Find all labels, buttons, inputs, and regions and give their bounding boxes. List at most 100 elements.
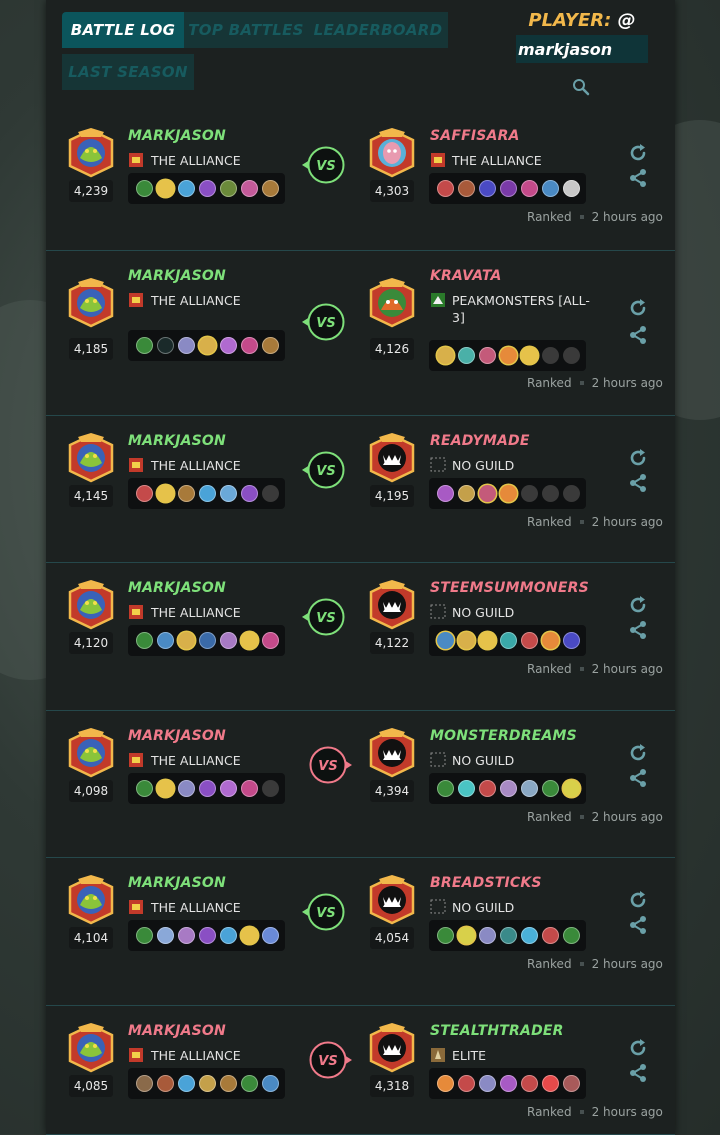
monster-card-icon[interactable]	[136, 485, 153, 502]
player-avatar[interactable]	[68, 433, 114, 483]
guild-name[interactable]: THE ALLIANCE	[151, 899, 241, 916]
monster-card-icon[interactable]	[178, 927, 195, 944]
opponent-name[interactable]: READYMADE	[430, 433, 530, 449]
replay-icon[interactable]	[628, 1038, 648, 1058]
monster-card-icon[interactable]	[500, 1075, 517, 1092]
monster-card-icon[interactable]	[220, 337, 237, 354]
monster-card-icon[interactable]	[437, 485, 454, 502]
player-name[interactable]: MARKJASON	[128, 433, 226, 449]
monster-card-icon[interactable]	[199, 780, 216, 797]
monster-card-icon[interactable]	[521, 780, 538, 797]
replay-icon[interactable]	[628, 143, 648, 163]
monster-card-icon[interactable]	[220, 485, 237, 502]
guild-name[interactable]: PEAKMONSTERS [ALL-3]	[452, 292, 597, 326]
monster-card-icon[interactable]	[136, 780, 153, 797]
share-icon[interactable]	[628, 325, 648, 345]
monster-card-icon[interactable]	[521, 1075, 538, 1092]
monster-card-icon[interactable]	[521, 632, 538, 649]
opponent-avatar[interactable]	[369, 728, 415, 778]
monster-card-icon[interactable]	[262, 180, 279, 197]
opponent-name[interactable]: KRAVATA	[430, 268, 502, 284]
monster-card-icon[interactable]	[241, 780, 258, 797]
guild-name[interactable]: THE ALLIANCE	[452, 152, 597, 169]
player-avatar[interactable]	[68, 875, 114, 925]
monster-card-icon[interactable]	[241, 1075, 258, 1092]
monster-card-icon[interactable]	[437, 780, 454, 797]
monster-card-icon[interactable]	[458, 632, 475, 649]
monster-card-icon[interactable]	[220, 780, 237, 797]
monster-card-icon[interactable]	[437, 632, 454, 649]
monster-card-icon[interactable]	[437, 347, 454, 364]
replay-icon[interactable]	[628, 448, 648, 468]
player-avatar[interactable]	[68, 278, 114, 328]
opponent-avatar[interactable]	[369, 128, 415, 178]
opponent-name[interactable]: STEEMSUMMONERS	[430, 580, 589, 596]
player-input[interactable]	[516, 35, 648, 63]
monster-card-icon[interactable]	[157, 927, 174, 944]
guild-name[interactable]: THE ALLIANCE	[151, 604, 241, 621]
monster-card-icon[interactable]	[136, 180, 153, 197]
monster-card-icon[interactable]	[199, 927, 216, 944]
player-name[interactable]: MARKJASON	[128, 580, 226, 596]
player-avatar[interactable]	[68, 128, 114, 178]
monster-card-icon[interactable]	[220, 927, 237, 944]
search-icon[interactable]	[572, 78, 590, 96]
tab-top-battles[interactable]: TOP BATTLES	[184, 12, 308, 48]
monster-card-icon[interactable]	[178, 337, 195, 354]
monster-card-icon[interactable]	[136, 1075, 153, 1092]
monster-card-icon[interactable]	[479, 780, 496, 797]
monster-card-icon[interactable]	[220, 632, 237, 649]
monster-card-icon[interactable]	[262, 927, 279, 944]
monster-card-icon[interactable]	[500, 780, 517, 797]
monster-card-icon[interactable]	[199, 180, 216, 197]
tab-battle-log[interactable]: BATTLE LOG	[62, 12, 184, 48]
tab-last-season[interactable]: LAST SEASON	[62, 54, 194, 90]
monster-card-icon[interactable]	[157, 180, 174, 197]
monster-card-icon[interactable]	[563, 927, 580, 944]
monster-card-icon[interactable]	[458, 927, 475, 944]
share-icon[interactable]	[628, 768, 648, 788]
player-name[interactable]: MARKJASON	[128, 1023, 226, 1039]
guild-name[interactable]: THE ALLIANCE	[151, 1047, 241, 1064]
monster-card-icon[interactable]	[479, 347, 496, 364]
monster-card-icon[interactable]	[479, 927, 496, 944]
opponent-name[interactable]: STEALTHTRADER	[430, 1023, 564, 1039]
opponent-avatar[interactable]	[369, 580, 415, 630]
monster-card-icon[interactable]	[437, 927, 454, 944]
monster-card-icon[interactable]	[241, 632, 258, 649]
player-name[interactable]: MARKJASON	[128, 875, 226, 891]
monster-card-icon[interactable]	[178, 780, 195, 797]
monster-card-icon[interactable]	[563, 780, 580, 797]
opponent-avatar[interactable]	[369, 278, 415, 328]
guild-name[interactable]: NO GUILD	[452, 899, 597, 916]
share-icon[interactable]	[628, 915, 648, 935]
player-name[interactable]: MARKJASON	[128, 268, 226, 284]
monster-card-icon[interactable]	[542, 927, 559, 944]
monster-card-icon[interactable]	[157, 632, 174, 649]
monster-card-icon[interactable]	[178, 632, 195, 649]
monster-card-icon[interactable]	[199, 632, 216, 649]
monster-card-icon[interactable]	[241, 337, 258, 354]
monster-card-icon[interactable]	[458, 180, 475, 197]
monster-card-icon[interactable]	[220, 1075, 237, 1092]
opponent-avatar[interactable]	[369, 1023, 415, 1073]
monster-card-icon[interactable]	[157, 780, 174, 797]
replay-icon[interactable]	[628, 743, 648, 763]
monster-card-icon[interactable]	[500, 632, 517, 649]
replay-icon[interactable]	[628, 890, 648, 910]
guild-name[interactable]: NO GUILD	[452, 604, 597, 621]
monster-card-icon[interactable]	[241, 485, 258, 502]
monster-card-icon[interactable]	[479, 632, 496, 649]
monster-card-icon[interactable]	[458, 347, 475, 364]
monster-card-icon[interactable]	[437, 1075, 454, 1092]
monster-card-icon[interactable]	[458, 1075, 475, 1092]
replay-icon[interactable]	[628, 298, 648, 318]
guild-name[interactable]: THE ALLIANCE	[151, 152, 241, 169]
monster-card-icon[interactable]	[199, 485, 216, 502]
monster-card-icon[interactable]	[199, 1075, 216, 1092]
monster-card-icon[interactable]	[220, 180, 237, 197]
monster-card-icon[interactable]	[500, 180, 517, 197]
monster-card-icon[interactable]	[563, 180, 580, 197]
guild-name[interactable]: NO GUILD	[452, 752, 597, 769]
share-icon[interactable]	[628, 620, 648, 640]
